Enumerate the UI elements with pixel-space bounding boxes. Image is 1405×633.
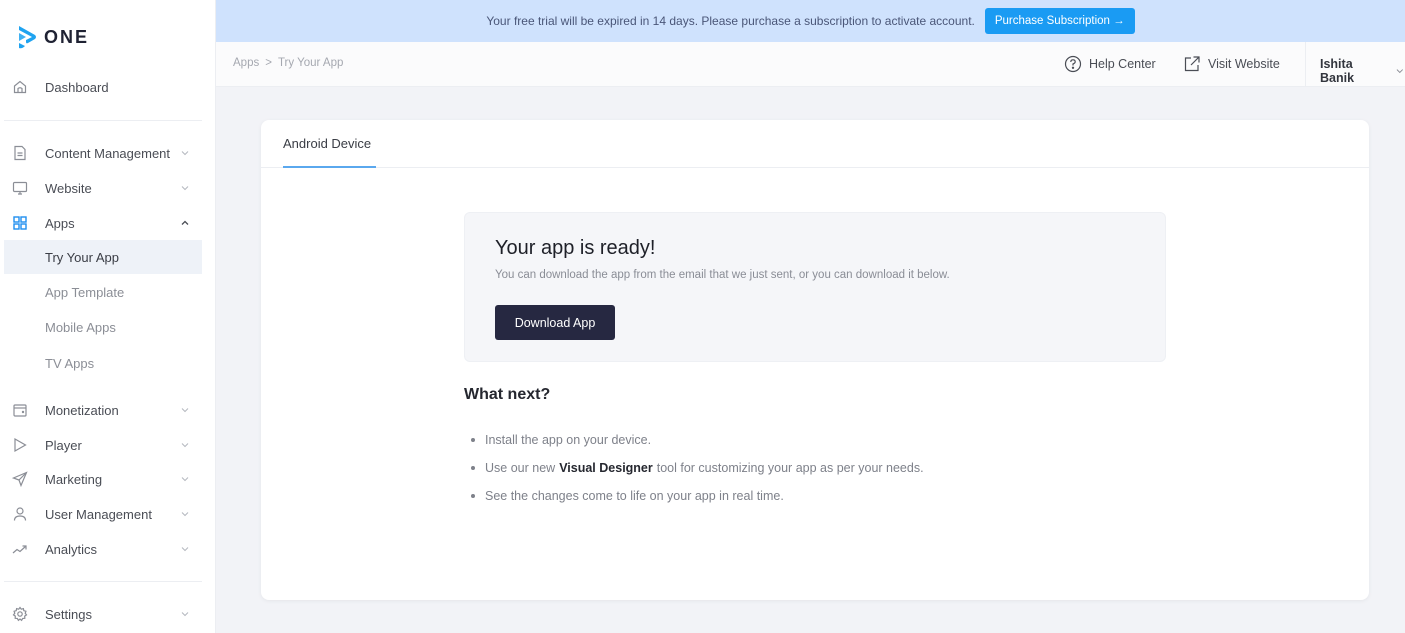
sidebar-subitem-label: Try Your App [45, 249, 119, 265]
sidebar-item-label: Analytics [45, 541, 98, 557]
sidebar-item-label: Content Management [45, 145, 171, 161]
bullet [471, 438, 475, 442]
sidebar-item-settings[interactable]: Settings [0, 597, 202, 631]
sidebar-divider [4, 120, 202, 121]
document-icon [11, 144, 29, 162]
sidebar-item-analytics[interactable]: Analytics [0, 532, 202, 566]
trial-banner-text: Your free trial will be expired in 14 da… [486, 14, 975, 28]
breadcrumb-item-apps[interactable]: Apps [233, 57, 259, 69]
sidebar-item-label: Marketing [45, 471, 103, 487]
visual-designer-highlight: Visual Designer [559, 461, 653, 475]
breadcrumb-item-current: Try Your App [277, 57, 344, 69]
chevron-down-icon [181, 547, 189, 552]
sidebar-subitem-app-template[interactable]: App Template [0, 275, 202, 309]
download-app-button[interactable]: Download App [495, 305, 615, 340]
sidebar-item-marketing[interactable]: Marketing [0, 462, 202, 496]
user-name: Ishita Banik [1320, 57, 1355, 85]
chevron-down-icon [1396, 69, 1404, 74]
app-root: ONE Dashboard Content Management Website [0, 0, 1405, 633]
sidebar-item-monetization[interactable]: Monetization [0, 393, 202, 427]
active-tab-indicator [283, 166, 376, 168]
chevron-down-icon [181, 408, 189, 413]
wallet-icon [11, 401, 29, 419]
chevron-up-icon [181, 220, 189, 225]
visit-website-label: Visit Website [1208, 57, 1280, 71]
what-next-heading: What next? [464, 386, 551, 403]
sidebar-subitem-mobile-apps[interactable]: Mobile Apps [0, 310, 202, 344]
sidebar-subitem-tv-apps[interactable]: TV Apps [0, 346, 202, 380]
app-ready-panel: Your app is ready! You can download the … [464, 212, 1166, 362]
gear-icon [11, 605, 29, 623]
sidebar: ONE Dashboard Content Management Website [0, 0, 216, 633]
sidebar-item-label: Player [45, 437, 82, 453]
list-item-text: Install the app on your device. [485, 433, 652, 447]
trend-icon [11, 540, 29, 558]
chevron-down-icon [181, 477, 189, 482]
bullet [471, 494, 475, 498]
chevron-down-icon [181, 612, 189, 617]
sidebar-subitem-label: Mobile Apps [45, 319, 116, 335]
list-item-text: Use our new [485, 461, 556, 475]
logo-text: ONE [44, 26, 90, 47]
chevron-down-icon [181, 443, 189, 448]
main-card: Android Device Your app is ready! You ca… [261, 120, 1369, 600]
user-menu[interactable]: Ishita Banik [1320, 57, 1405, 85]
play-icon [11, 436, 29, 454]
home-icon [11, 78, 29, 96]
sidebar-item-player[interactable]: Player [0, 428, 202, 462]
sidebar-item-label: Monetization [45, 402, 119, 418]
sidebar-subitem-label: App Template [45, 284, 125, 300]
trial-banner: Your free trial will be expired in 14 da… [216, 0, 1405, 42]
monitor-icon [11, 179, 29, 197]
what-next-list: Install the app on your device. Use our … [464, 426, 924, 510]
list-item: Use our new Visual Designer tool for cus… [464, 454, 924, 482]
visit-website-link[interactable]: Visit Website [1183, 55, 1280, 73]
bullet [471, 466, 475, 470]
sidebar-divider [4, 581, 202, 582]
sidebar-subitem-label: TV Apps [45, 355, 95, 371]
sidebar-item-apps[interactable]: Apps [0, 206, 202, 240]
sidebar-item-website[interactable]: Website [0, 171, 202, 205]
top-bar: Apps > Try Your App Help Center Visit We… [216, 42, 1405, 87]
device-tabs: Android Device [261, 120, 1369, 168]
sidebar-item-user-management[interactable]: User Management [0, 497, 202, 531]
external-link-icon [1184, 56, 1200, 72]
sidebar-item-content-management[interactable]: Content Management [0, 136, 202, 170]
app-ready-description: You can download the app from the email … [495, 269, 950, 281]
sidebar-item-label: Apps [45, 215, 75, 231]
chevron-down-icon [181, 151, 189, 156]
send-icon [11, 470, 29, 488]
tab-android-device[interactable]: Android Device [283, 136, 371, 151]
user-icon [11, 505, 29, 523]
breadcrumb-separator: > [265, 57, 272, 69]
purchase-subscription-button[interactable]: Purchase Subscription → [984, 8, 1135, 34]
grid-icon [11, 214, 29, 232]
sidebar-item-label: Settings [45, 606, 92, 622]
sidebar-item-dashboard[interactable]: Dashboard [0, 70, 202, 104]
app-ready-title: Your app is ready! [495, 237, 656, 259]
help-center-label: Help Center [1089, 57, 1156, 71]
chevron-down-icon [181, 512, 189, 517]
logo-icon [19, 26, 36, 49]
logo[interactable]: ONE [16, 24, 89, 50]
help-circle-icon [1064, 55, 1082, 73]
list-item-text: tool for customizing your app as per you… [656, 461, 924, 475]
user-separator [1305, 42, 1306, 87]
sidebar-item-label: User Management [45, 506, 152, 522]
sidebar-item-label: Dashboard [45, 79, 109, 95]
chevron-down-icon [181, 186, 189, 191]
sidebar-subitem-try-your-app[interactable]: Try Your App [4, 240, 202, 274]
breadcrumb: Apps > Try Your App [233, 57, 343, 69]
sidebar-item-label: Website [45, 180, 92, 196]
list-item: Install the app on your device. [464, 426, 924, 454]
list-item-text: See the changes come to life on your app… [485, 489, 784, 503]
help-center-link[interactable]: Help Center [1064, 55, 1156, 73]
list-item: See the changes come to life on your app… [464, 482, 924, 510]
